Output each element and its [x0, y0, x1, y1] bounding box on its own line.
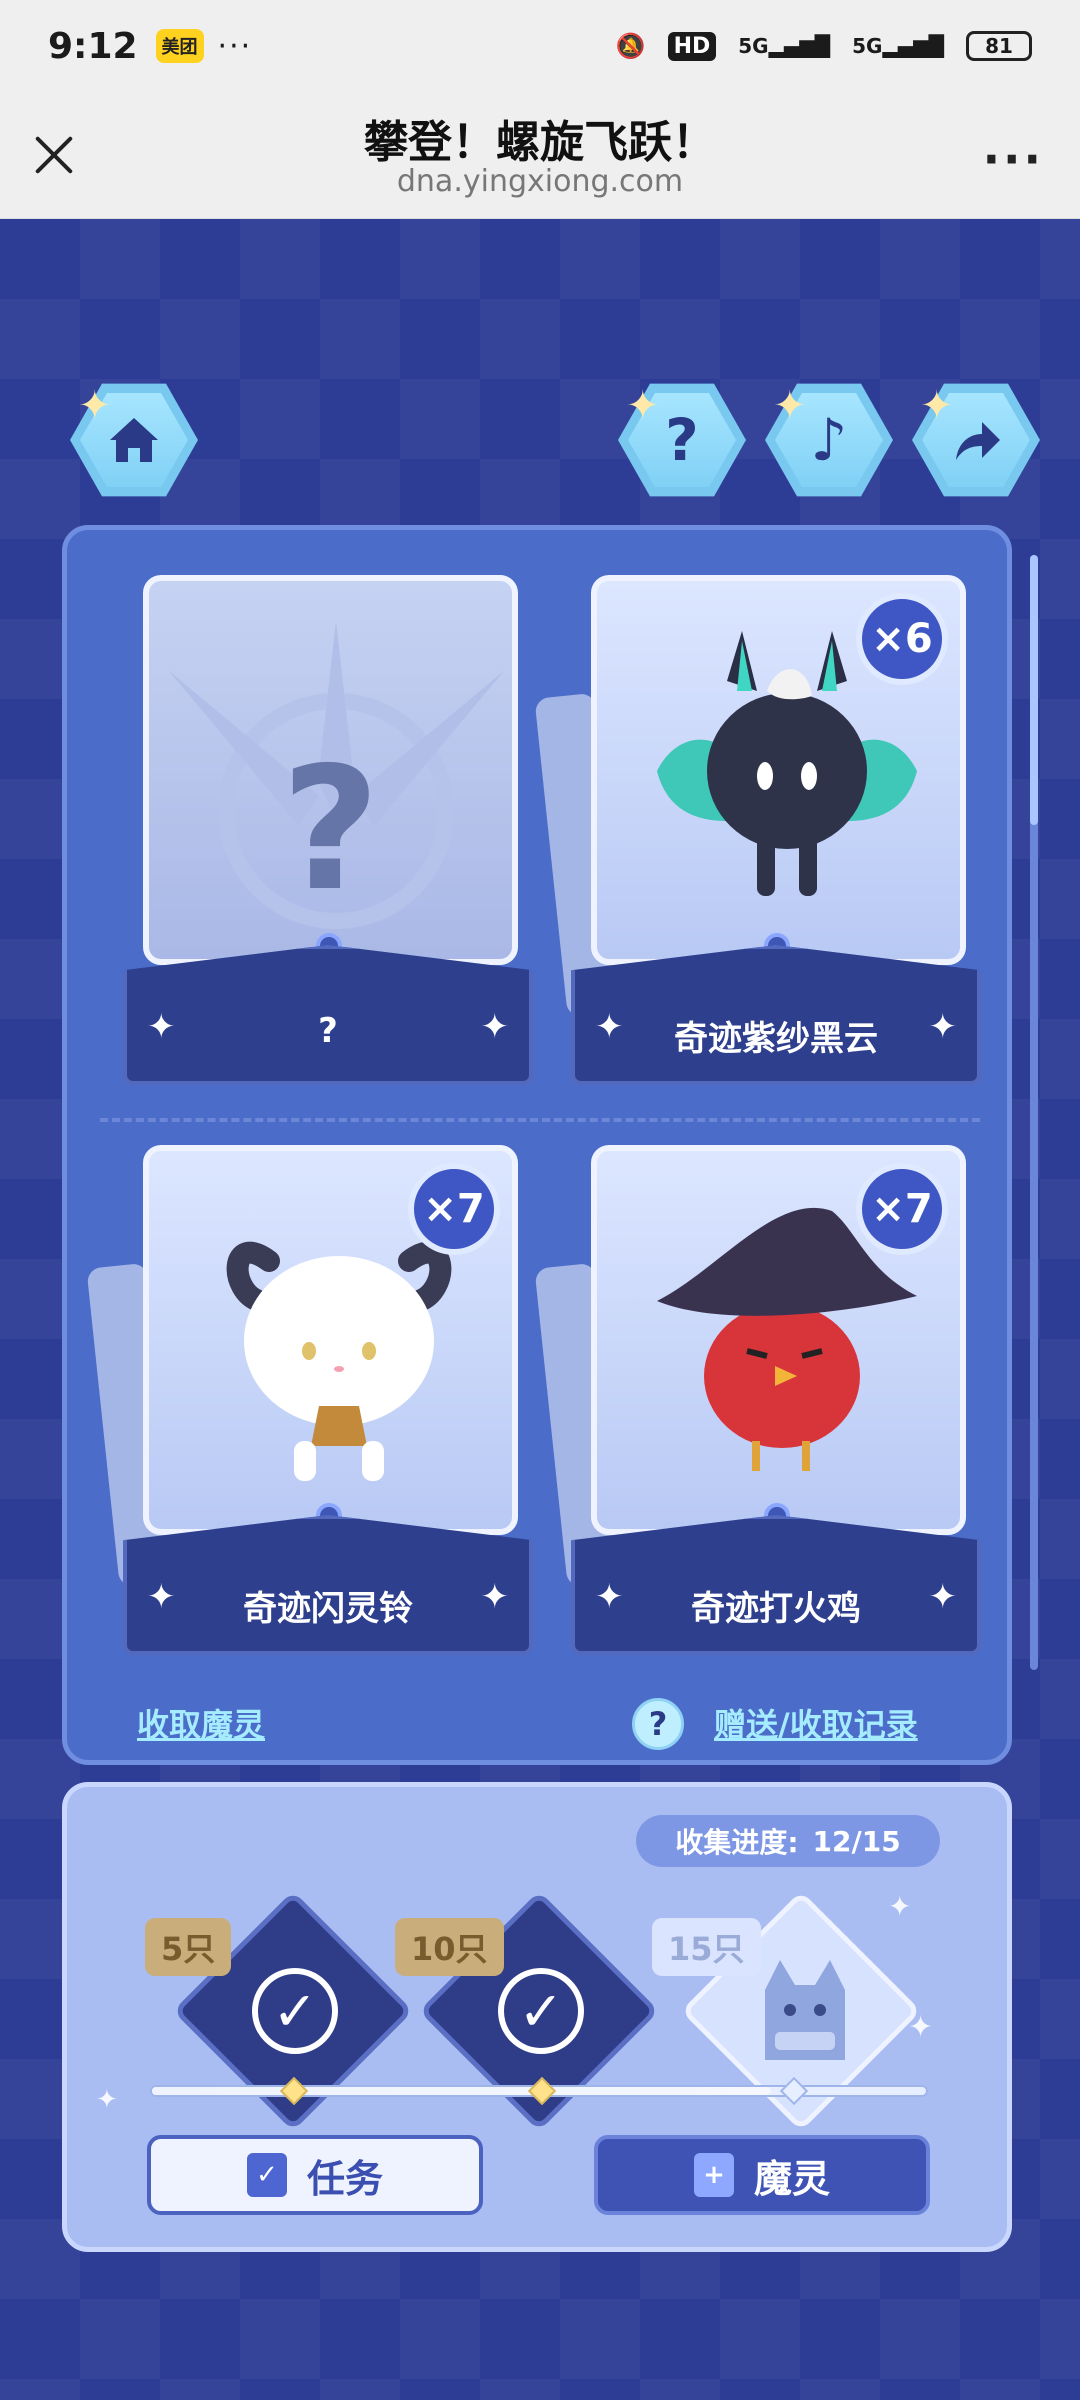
card-face: ? — [143, 575, 518, 965]
card-unknown[interactable]: ? ✦ ? ✦ — [123, 575, 533, 1085]
milestone-tag: 5只 — [145, 1918, 232, 1976]
status-right-group: 🔕 HD 5G▂▄▆█ 5G▂▄▆█ 81 — [616, 31, 1032, 61]
check-icon: ✓ — [498, 1968, 584, 2054]
status-time: 9:12 — [48, 25, 138, 67]
collection-progress-pill: 收集进度: 12/15 — [636, 1815, 940, 1867]
milestone-tag: 15只 — [652, 1918, 761, 1976]
card-count-badge: ×7 — [856, 1163, 948, 1255]
sparkle-icon: ✦ — [928, 1577, 958, 1617]
card-pocket: ✦ 奇迹紫纱黑云 ✦ — [571, 945, 981, 1085]
card-black-cloud[interactable]: ×6 ✦ 奇迹紫纱黑云 ✦ — [534, 575, 981, 1085]
milestone-tag: 10只 — [395, 1918, 504, 1976]
task-button-label: 任务 — [306, 2156, 383, 2201]
card-label: 奇迹闪灵铃 — [243, 1589, 413, 1629]
battery-icon: 81 — [966, 31, 1032, 61]
network-type-2: 5G — [852, 34, 883, 58]
sparkle-icon: ✦ — [626, 383, 660, 429]
unknown-question-mark: ? — [281, 731, 380, 929]
receive-spirit-link[interactable]: 收取魔灵 — [137, 1700, 265, 1746]
card-label: 奇迹打火鸡 — [691, 1589, 861, 1629]
more-menu-icon[interactable]: ··· — [983, 132, 1044, 186]
sparkle-icon: ✦ — [908, 2010, 934, 2045]
signal-icon-2: 5G▂▄▆█ — [852, 34, 944, 58]
progress-value: 12/15 — [812, 1824, 901, 1858]
spirit-button-label: 魔灵 — [753, 2156, 830, 2201]
sparkle-icon: ✦ — [96, 2085, 118, 2115]
folder-add-icon: + — [693, 2153, 734, 2197]
card-face: ×7 — [591, 1145, 966, 1535]
card-fire-chicken[interactable]: ×7 ✦ 奇迹打火鸡 ✦ — [534, 1145, 981, 1655]
card-pocket: ✦ 奇迹打火鸡 ✦ — [571, 1515, 981, 1655]
card-label: ? — [318, 1011, 338, 1051]
page-title: 攀登！螺旋飞跃！ — [364, 117, 716, 168]
task-doc-icon: ✓ — [246, 2153, 287, 2197]
card-label: 奇迹紫纱黑云 — [674, 1019, 878, 1059]
cat-figure-icon — [765, 1960, 845, 2060]
task-button[interactable]: ✓ 任务 — [147, 2135, 483, 2215]
sparkle-icon: ✦ — [928, 1007, 958, 1047]
progress-fill — [152, 2087, 772, 2095]
page-url: dna.yingxiong.com — [396, 164, 684, 199]
card-face: ×6 — [591, 575, 966, 965]
check-icon: ✓ — [252, 1968, 338, 2054]
meituan-app-icon: 美团 — [155, 29, 204, 63]
card-face: ×7 — [143, 1145, 518, 1535]
card-count-badge: ×7 — [408, 1163, 500, 1255]
browser-title-bar: 攀登！螺旋飞跃！ dna.yingxiong.com ··· — [0, 92, 1080, 219]
progress-label: 收集进度: — [675, 1826, 799, 1859]
hd-badge: HD — [667, 31, 717, 61]
card-bell-goat[interactable]: ×7 ✦ 奇迹闪灵铃 ✦ — [86, 1145, 533, 1655]
network-type-1: 5G — [738, 34, 769, 58]
card-pocket: ✦ 奇迹闪灵铃 ✦ — [123, 1515, 533, 1655]
status-more-icon: ··· — [217, 28, 253, 64]
row-divider — [100, 1118, 980, 1122]
mute-icon: 🔕 — [615, 32, 646, 60]
help-icon[interactable]: ? — [632, 1698, 684, 1750]
sparkle-icon: ✦ — [480, 1007, 510, 1047]
spirit-button[interactable]: + 魔灵 — [594, 2135, 930, 2215]
sparkle-icon: ✦ — [920, 383, 954, 429]
card-count-badge: ×6 — [856, 593, 948, 685]
scrollbar-thumb[interactable] — [1030, 555, 1038, 825]
sparkle-icon: ✦ — [888, 1890, 912, 1923]
card-pocket: ✦ ? ✦ — [123, 945, 533, 1085]
sparkle-icon: ✦ — [773, 383, 807, 429]
gift-records-link[interactable]: 赠送/收取记录 — [714, 1700, 918, 1746]
sparkle-icon: ✦ — [480, 1577, 510, 1617]
sparkle-icon: ✦ — [78, 383, 112, 429]
signal-icon-1: 5G▂▄▆█ — [738, 34, 831, 58]
status-bar: 9:12 美团 ··· 🔕 HD 5G▂▄▆█ 5G▂▄▆█ 81 — [0, 0, 1080, 92]
